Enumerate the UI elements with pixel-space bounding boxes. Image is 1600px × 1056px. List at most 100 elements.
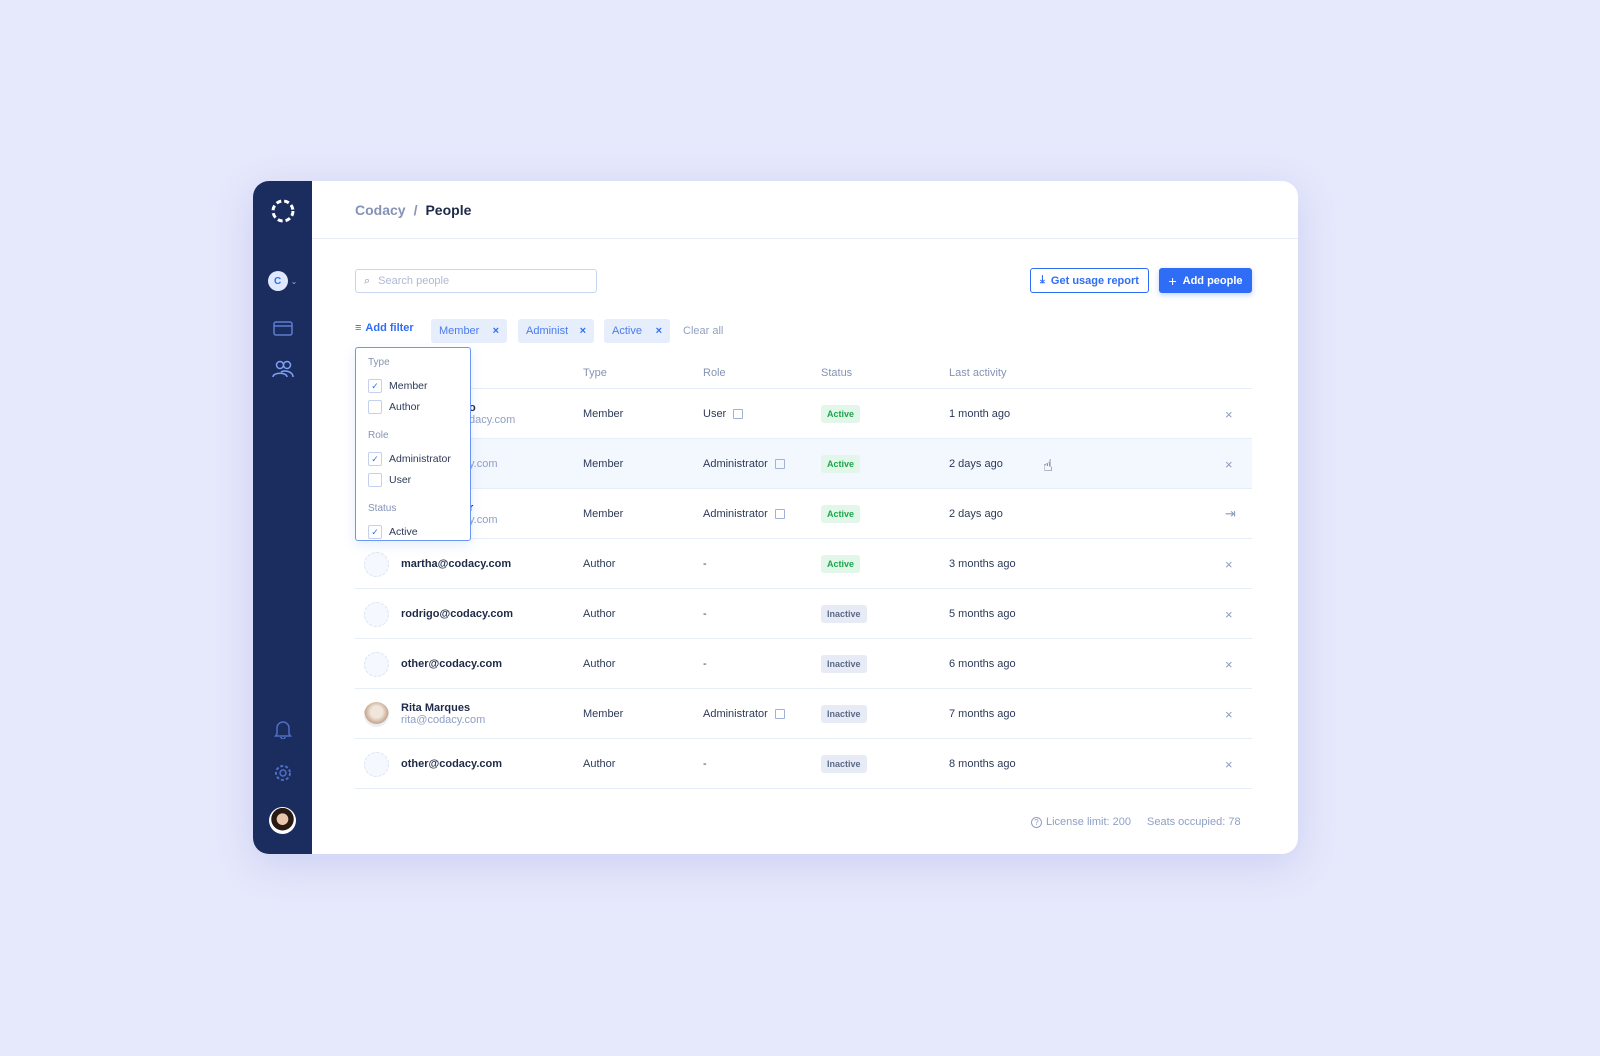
role-label: User [703, 408, 727, 420]
avatar [364, 752, 389, 777]
last-activity: 1 month ago [949, 408, 1011, 420]
column-header-last-activity[interactable]: Last activity [949, 367, 1006, 379]
people-icon[interactable] [253, 357, 312, 381]
role-label: Administrator [703, 458, 768, 470]
org-avatar: C [267, 271, 288, 291]
last-activity: 2 days ago [949, 508, 1003, 520]
role-cell[interactable]: Administrator [703, 489, 785, 539]
column-header-role[interactable]: Role [703, 367, 726, 379]
license-footer: ? License limit: 200 Seats occupied: 78 [1031, 816, 1241, 828]
role-cell: - [703, 639, 707, 689]
search-input[interactable]: ⌕ Search people [355, 269, 597, 293]
get-usage-report-button[interactable]: ⤓ Get usage report [1030, 268, 1149, 293]
main-content: Codacy / People ⌕ Search people ⤓ Get usa… [312, 181, 1298, 854]
role-cell[interactable]: Administrator [703, 439, 785, 489]
filter-option[interactable]: Author [368, 400, 420, 414]
table-row[interactable]: r y.com Member Administrator Active 2 days… [355, 489, 1252, 539]
avatar [364, 552, 389, 577]
chip-label: Member [439, 325, 480, 337]
last-activity: 7 months ago [949, 708, 1016, 720]
breadcrumb-org[interactable]: Codacy [355, 202, 406, 218]
status-badge: Active [821, 555, 861, 573]
person-email: dacy.com [469, 414, 516, 426]
filter-icon: ≡ [355, 322, 362, 334]
clear-all-link[interactable]: Clear all [683, 325, 723, 337]
user-avatar[interactable] [253, 805, 312, 835]
table-row[interactable]: rodrigo@codacy.com Author - Inactive 5 mo… [355, 589, 1252, 639]
table-row[interactable]: other@codacy.com Author - Inactive 6 mont… [355, 639, 1252, 689]
filter-option[interactable]: ✓ Member [368, 379, 428, 393]
status-badge: Active [821, 455, 861, 473]
folder-icon[interactable] [253, 317, 312, 339]
last-activity: 5 months ago [949, 608, 1016, 620]
role-cell[interactable]: Administrator [703, 689, 785, 739]
edit-icon[interactable] [733, 409, 744, 419]
option-label: User [389, 474, 412, 486]
role-label: - [703, 758, 707, 770]
breadcrumb-separator: / [413, 201, 418, 218]
license-limit: License limit: 200 [1046, 816, 1131, 828]
type-cell: Member [583, 458, 624, 470]
page-title: People [425, 201, 472, 218]
close-icon[interactable]: × [493, 325, 499, 337]
status-badge: Inactive [821, 655, 867, 673]
help-icon[interactable]: ? [1031, 816, 1042, 828]
column-header-status[interactable]: Status [821, 367, 852, 379]
person-email: y.com [469, 514, 498, 526]
checkbox[interactable] [368, 400, 382, 414]
remove-icon[interactable]: × [1225, 639, 1233, 689]
column-header-type[interactable]: Type [583, 367, 607, 379]
role-cell[interactable]: User [703, 389, 744, 439]
checkbox[interactable]: ✓ [368, 452, 382, 466]
filter-group-label: Status [368, 503, 397, 514]
hand-cursor-icon: ☝ [1043, 458, 1053, 475]
filter-group-label: Role [368, 430, 389, 441]
person-name: other@codacy.com [401, 758, 502, 770]
role-label: Administrator [703, 508, 768, 520]
table-row[interactable]: Rita Marques rita@codacy.com Member Admini… [355, 689, 1252, 739]
remove-icon[interactable]: × [1225, 439, 1233, 489]
bell-icon[interactable] [253, 717, 312, 741]
add-filter-button[interactable]: ≡ Add filter [355, 322, 414, 334]
table-row[interactable]: martha@codacy.com Author - Active 3 month… [355, 539, 1252, 589]
leave-icon[interactable]: ⇥ [1225, 489, 1236, 539]
checkbox[interactable]: ✓ [368, 525, 382, 539]
table-row[interactable]: other@codacy.com Author - Inactive 8 mont… [355, 739, 1252, 789]
remove-icon[interactable]: × [1225, 739, 1233, 789]
option-label: Member [389, 380, 428, 392]
filter-option[interactable]: ✓ Administrator [368, 452, 451, 466]
filter-chip-member[interactable]: Member × [431, 319, 507, 343]
remove-icon[interactable]: × [1225, 589, 1233, 639]
close-icon[interactable]: × [656, 325, 662, 337]
edit-icon[interactable] [774, 509, 785, 519]
status-badge: Inactive [821, 605, 867, 623]
checkbox[interactable]: ✓ [368, 379, 382, 393]
gear-icon[interactable] [253, 761, 312, 785]
remove-icon[interactable]: × [1225, 689, 1233, 739]
status-badge: Active [821, 505, 861, 523]
edit-icon[interactable] [774, 459, 785, 469]
codacy-logo-icon[interactable] [253, 197, 312, 225]
status-badge: Active [821, 405, 861, 423]
edit-icon[interactable] [774, 709, 785, 719]
download-icon: ⤓ [1040, 274, 1045, 286]
close-icon[interactable]: × [580, 325, 586, 337]
remove-icon[interactable]: × [1225, 539, 1233, 589]
last-activity: 2 days ago [949, 458, 1003, 470]
remove-icon[interactable]: × [1225, 389, 1233, 439]
option-label: Administrator [389, 453, 451, 465]
filter-chip-administrator[interactable]: Administ × [518, 319, 594, 343]
checkbox[interactable] [368, 473, 382, 487]
app-window: C ⌄ Codacy / People ⌕ Search people ⤓ Get… [253, 181, 1298, 854]
search-icon: ⌕ [364, 274, 371, 287]
table-row[interactable]: o dacy.com Member User Active 1 month ago … [355, 389, 1252, 439]
filter-option[interactable]: User [368, 473, 411, 487]
avatar [364, 602, 389, 627]
filter-chip-active[interactable]: Active × [604, 319, 670, 343]
filter-option[interactable]: ✓ Active [368, 525, 418, 539]
last-activity: 6 months ago [949, 658, 1016, 670]
role-cell: - [703, 739, 707, 789]
table-row[interactable]: y.com Member Administrator Active 2 days … [355, 439, 1252, 489]
org-switcher[interactable]: C ⌄ [253, 269, 312, 293]
add-people-button[interactable]: + Add people [1159, 268, 1252, 293]
